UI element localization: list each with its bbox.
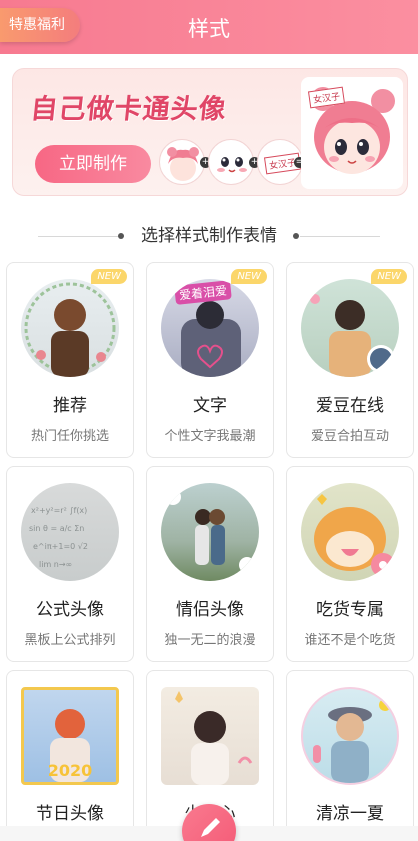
divider-line [300, 236, 380, 237]
divider-dot [293, 233, 299, 239]
create-fab-button[interactable] [182, 804, 236, 841]
formula-thumbnail: x²+y²=r² ∫f(x) sin θ = a/c Σn e^iπ+1=0 √… [21, 483, 119, 581]
card-description: 谁还不是个吃货 [304, 633, 396, 648]
svg-text:sin θ = a/c Σn: sin θ = a/c Σn [29, 524, 84, 533]
section-heading: 选择样式制作表情 [0, 224, 418, 248]
hair-step-icon [159, 139, 205, 185]
card-description: 独一无二的浪漫 [164, 633, 256, 648]
holiday-thumbnail: 2020 [21, 687, 119, 785]
pencil-icon [201, 818, 220, 837]
foodie-thumbnail [301, 483, 399, 581]
new-badge: NEW [231, 269, 267, 284]
style-card-holiday[interactable]: 2020 节日头像 [6, 670, 134, 841]
text-thumbnail: 爱着泪爱 [161, 279, 259, 377]
style-card-idol-online[interactable]: NEW 爱豆在线 爱豆合拍互动 [286, 262, 414, 458]
card-name: 情侣头像 [176, 600, 244, 620]
card-name: 文字 [193, 396, 227, 416]
style-card-formula[interactable]: x²+y²=r² ∫f(x) sin θ = a/c Σn e^iπ+1=0 √… [6, 466, 134, 662]
svg-text:x²+y²=r² ∫f(x): x²+y²=r² ∫f(x) [31, 506, 87, 515]
face-step-icon [208, 139, 254, 185]
card-name: 公式头像 [36, 600, 104, 620]
style-card-foodie[interactable]: 吃货专属 谁还不是个吃货 [286, 466, 414, 662]
card-name: 吃货专属 [316, 600, 384, 620]
style-card-recommended[interactable]: NEW 推荐 热门任你挑选 [6, 262, 134, 458]
divider-line [38, 236, 118, 237]
svg-text:lim n→∞: lim n→∞ [39, 560, 72, 569]
style-card-cool-summer[interactable]: 清凉一夏 [286, 670, 414, 841]
couple-thumbnail [161, 483, 259, 581]
divider-dot [118, 233, 124, 239]
new-badge: NEW [371, 269, 407, 284]
card-name: 推荐 [53, 396, 87, 416]
card-description: 热门任你挑选 [30, 429, 109, 444]
svg-text:e^iπ+1=0 √2: e^iπ+1=0 √2 [33, 542, 88, 551]
new-badge: NEW [91, 269, 127, 284]
girl-heart-thumbnail [161, 687, 259, 785]
cartoon-character-illustration: 女汉子 [301, 77, 403, 189]
idol-online-thumbnail [301, 279, 399, 377]
section-title: 选择样式制作表情 [141, 226, 277, 246]
style-card-couple[interactable]: 情侣头像 独一无二的浪漫 [146, 466, 274, 662]
card-description: 黑板上公式排列 [24, 633, 116, 648]
cool-summer-thumbnail [301, 687, 399, 785]
cartoon-avatar-banner[interactable]: 自己做卡通头像 立即制作 + + 女汉子 = 女汉子 [12, 68, 408, 196]
card-name: 清凉一夏 [316, 804, 384, 824]
special-offer-button[interactable]: 特惠福利 [0, 8, 80, 42]
year-overlay-label: 2020 [47, 761, 93, 780]
card-name: 节日头像 [36, 804, 104, 824]
banner-title: 自己做卡通头像 [29, 94, 229, 125]
style-card-text[interactable]: NEW 爱着泪爱 文字 个性文字我最潮 [146, 262, 274, 458]
card-description: 个性文字我最潮 [164, 429, 256, 444]
make-now-button[interactable]: 立即制作 [35, 145, 151, 183]
card-name: 爱豆在线 [316, 396, 384, 416]
recommended-thumbnail [21, 279, 119, 377]
card-description: 爱豆合拍互动 [310, 429, 389, 444]
